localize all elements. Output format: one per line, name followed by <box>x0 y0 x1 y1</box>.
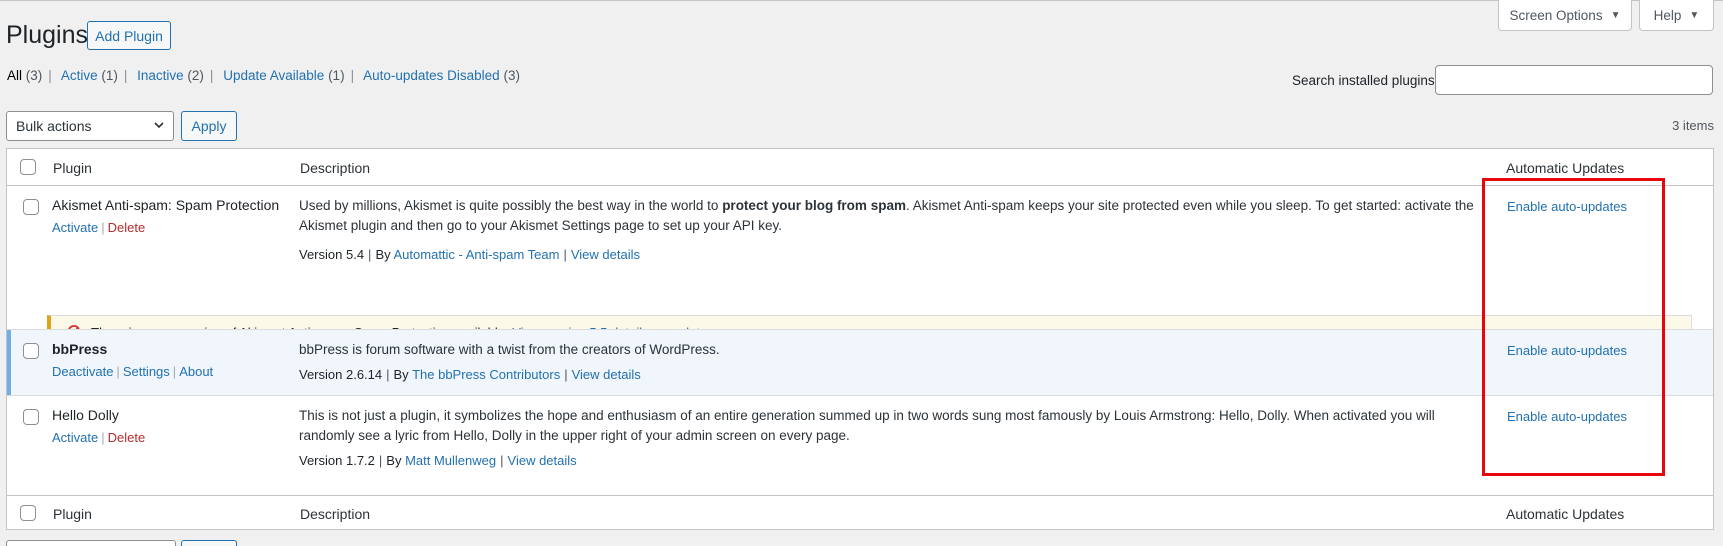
settings-link[interactable]: Settings <box>123 364 170 379</box>
apply-button-bottom[interactable] <box>181 540 237 546</box>
plugin-description: bbPress is forum software with a twist f… <box>299 342 720 357</box>
apply-button[interactable]: Apply <box>181 111 237 141</box>
plugin-name: Hello Dolly <box>52 407 119 423</box>
deactivate-link[interactable]: Deactivate <box>52 364 113 379</box>
delete-link[interactable]: Delete <box>108 220 146 235</box>
search-plugins-input[interactable] <box>1435 65 1713 95</box>
plugin-row-bbpress: bbPress Deactivate | Settings | About bbPres… <box>7 330 1713 395</box>
filter-inactive[interactable]: Inactive (2) <box>137 68 204 83</box>
plugin-description: This is not just a plugin, it symbolizes… <box>299 408 1435 443</box>
plugin-meta: Version 2.6.14 | By The bbPress Contributo… <box>299 367 641 382</box>
help-label: Help <box>1653 7 1682 23</box>
filter-active[interactable]: Active (1) <box>61 68 118 83</box>
screen-options-label: Screen Options <box>1509 7 1603 23</box>
plugin-row-hello-dolly: Hello Dolly Activate | Delete This is not … <box>7 396 1713 482</box>
author-link[interactable]: The bbPress Contributors <box>412 367 560 382</box>
author-link[interactable]: Automattic - Anti-spam Team <box>394 247 560 262</box>
select-all-checkbox[interactable] <box>20 159 36 175</box>
plugin-description: Used by millions, Akismet is quite possi… <box>299 198 1474 233</box>
activate-link[interactable]: Activate <box>52 430 98 445</box>
bulk-actions-value: Bulk actions <box>16 118 92 134</box>
screen-options-button[interactable]: Screen Options ▼ <box>1498 0 1632 31</box>
plugin-status-filters: All (3) | Active (1) | Inactive (2) | Updat… <box>7 68 520 83</box>
row-actions: Activate | Delete <box>52 430 146 445</box>
plugin-name: bbPress <box>52 341 108 357</box>
column-plugin-footer: Plugin <box>53 506 92 522</box>
caret-down-icon: ▼ <box>1610 9 1621 21</box>
bulk-actions-select-bottom[interactable] <box>6 540 176 546</box>
view-details-link[interactable]: View details <box>508 453 577 468</box>
row-actions: Deactivate | Settings | About <box>52 364 214 379</box>
view-details-link[interactable]: View details <box>572 367 641 382</box>
add-plugin-button[interactable]: Add Plugin <box>87 21 171 50</box>
bulk-actions-select[interactable]: Bulk actions <box>6 111 174 141</box>
plugin-name: Akismet Anti-spam: Spam Protection <box>52 197 280 213</box>
plugins-table: Plugin Description Automatic Updates Aki… <box>6 148 1714 530</box>
table-footer: Plugin Description Automatic Updates <box>7 496 1713 530</box>
row-actions: Activate | Delete <box>52 220 146 235</box>
plugin-checkbox[interactable] <box>23 409 39 425</box>
search-label: Search installed plugins <box>1292 73 1435 88</box>
filter-auto-updates-disabled[interactable]: Auto-updates Disabled (3) <box>363 68 520 83</box>
column-description-footer: Description <box>300 506 371 522</box>
column-automatic-updates: Automatic Updates <box>1506 160 1625 176</box>
caret-down-icon: ▼ <box>1689 9 1700 21</box>
about-link[interactable]: About <box>179 364 213 379</box>
help-button[interactable]: Help ▼ <box>1639 0 1714 31</box>
filter-all[interactable]: All (3) <box>7 68 42 83</box>
plugin-meta: Version 1.7.2 | By Matt Mullenweg | View det… <box>299 453 577 468</box>
select-all-checkbox-footer[interactable] <box>20 505 36 521</box>
plugin-checkbox[interactable] <box>23 199 39 215</box>
chevron-down-icon <box>153 118 165 135</box>
items-count: 3 items <box>1672 118 1714 133</box>
activate-link[interactable]: Activate <box>52 220 98 235</box>
enable-auto-updates-link[interactable]: Enable auto-updates <box>1507 199 1627 214</box>
plugin-checkbox[interactable] <box>23 343 39 359</box>
delete-link[interactable]: Delete <box>108 430 146 445</box>
page-title: Plugins <box>6 21 88 49</box>
admin-top-border <box>0 0 1723 1</box>
column-plugin: Plugin <box>53 160 92 176</box>
view-details-link[interactable]: View details <box>571 247 640 262</box>
enable-auto-updates-link[interactable]: Enable auto-updates <box>1507 409 1627 424</box>
enable-auto-updates-link[interactable]: Enable auto-updates <box>1507 343 1627 358</box>
column-description: Description <box>300 160 371 176</box>
plugin-meta: Version 5.4 | By Automattic - Anti-spam Te… <box>299 247 640 262</box>
column-automatic-updates-footer: Automatic Updates <box>1506 506 1625 522</box>
author-link[interactable]: Matt Mullenweg <box>405 453 496 468</box>
filter-update-available[interactable]: Update Available (1) <box>223 68 344 83</box>
active-indicator <box>7 330 11 395</box>
table-header: Plugin Description Automatic Updates <box>7 149 1713 185</box>
